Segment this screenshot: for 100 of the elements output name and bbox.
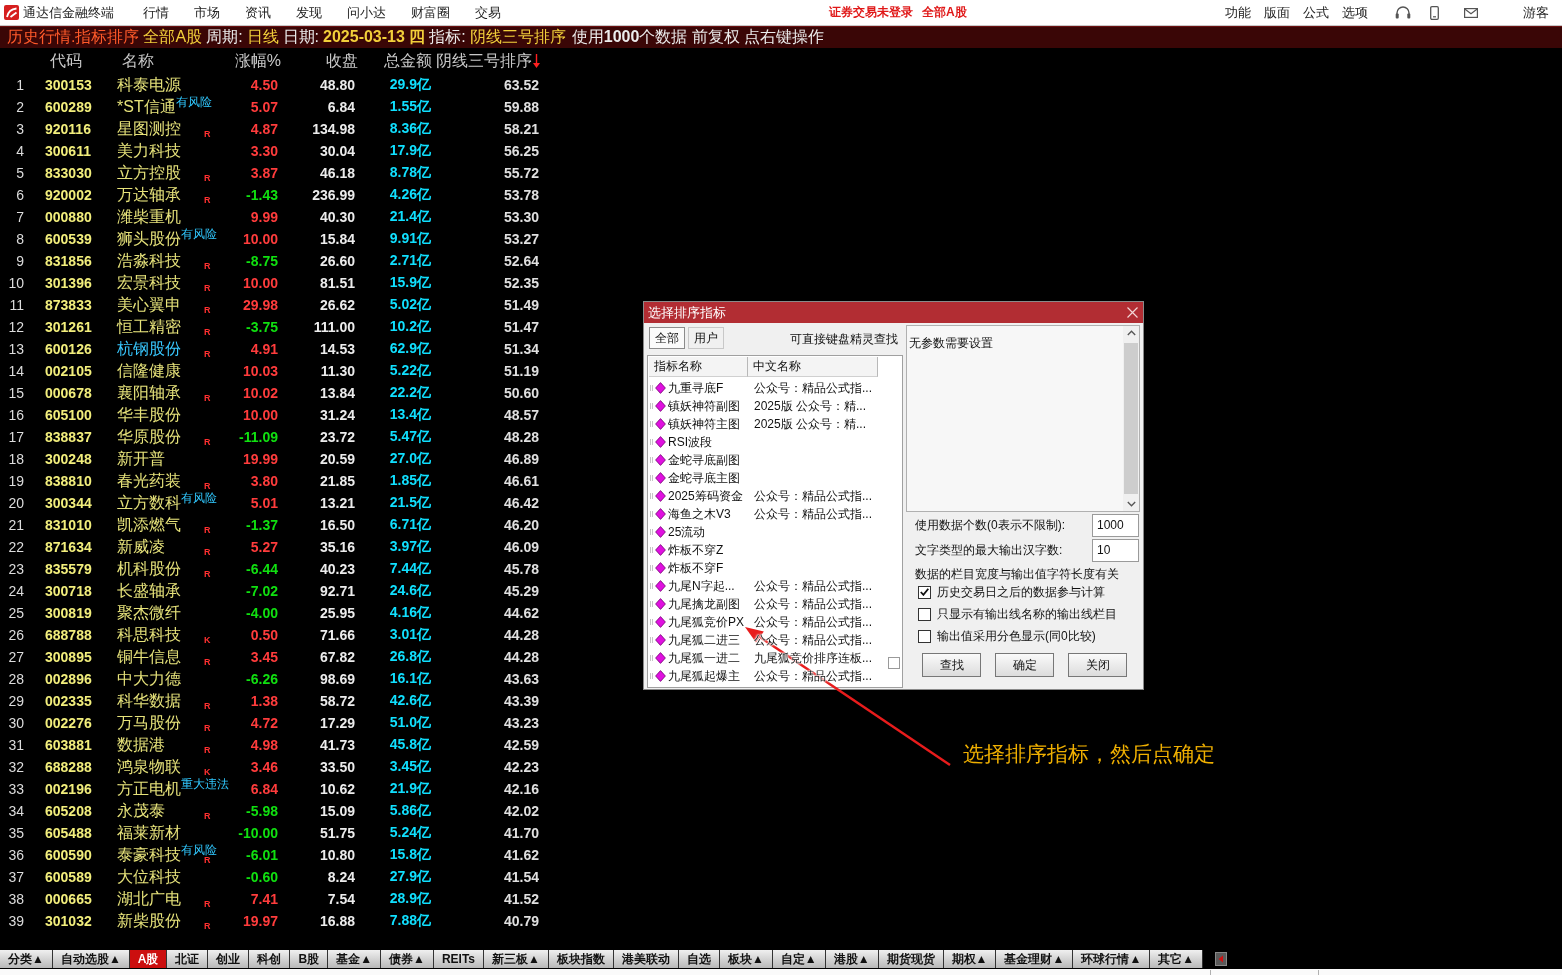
user-button[interactable]: 游客 (1523, 3, 1549, 22)
stock-code: 300344 (45, 495, 92, 511)
toolbar-item[interactable]: 选项 (1342, 3, 1368, 22)
phone-icon[interactable] (1430, 5, 1439, 20)
market-tab[interactable]: 板块指数 (548, 950, 614, 968)
market-tab[interactable]: 其它▲ (1150, 950, 1204, 968)
menu-item[interactable]: 发现 (296, 3, 322, 22)
market-tab[interactable]: 北证 (167, 950, 209, 968)
close-price: 16.88 (319, 913, 355, 929)
market-tab[interactable]: 债券▲ (381, 950, 434, 968)
input-field[interactable]: 10 (1092, 538, 1139, 562)
market-tab[interactable]: 环球行情▲ (1073, 950, 1151, 968)
column-header[interactable]: 代码 (50, 50, 82, 72)
list-item[interactable]: 九尾狐竞价PX 公众号：精品公式指... (649, 613, 886, 631)
scrollbar-thumb[interactable] (1124, 343, 1138, 494)
row-number: 6 (16, 187, 24, 203)
status-link[interactable]: 全部A股 (922, 4, 967, 21)
mail-icon[interactable] (1464, 7, 1478, 18)
market-tab[interactable]: REITs (433, 950, 485, 968)
headset-icon[interactable] (1395, 5, 1411, 20)
close-icon[interactable] (1127, 307, 1138, 318)
menu-item[interactable]: 市场 (194, 3, 220, 22)
list-item[interactable]: 炸板不穿Z (649, 541, 886, 559)
tab[interactable]: 全部 (649, 327, 685, 349)
toolbar-item[interactable]: 公式 (1303, 3, 1329, 22)
list-item[interactable]: 九尾N字起... 公众号：精品公式指... (649, 577, 886, 595)
tag-letter: R (204, 724, 211, 733)
dialog-button[interactable]: 确定 (995, 653, 1054, 677)
close-price: 13.84 (319, 385, 355, 401)
input-field[interactable]: 1000 (1092, 513, 1139, 537)
market-tab[interactable]: 自选 (678, 950, 720, 968)
list-item[interactable]: 金蛇寻底副图 (649, 451, 886, 469)
stock-name: 凯添燃气 (117, 515, 181, 535)
market-tab[interactable]: 期货现货 (878, 950, 944, 968)
list-item[interactable]: 2025筹码资金 公众号：精品公式指... (649, 487, 886, 505)
row-number: 33 (8, 781, 24, 797)
tab[interactable]: 用户 (688, 327, 724, 349)
dialog-button[interactable]: 查找 (922, 653, 981, 677)
scroll-up-icon[interactable] (1126, 330, 1136, 336)
toolbar-item[interactable]: 版面 (1264, 3, 1290, 22)
checkbox[interactable] (918, 629, 931, 643)
turnover-amount: 5.22亿 (389, 362, 431, 380)
column-header[interactable]: 总金额 (384, 50, 432, 72)
list-item[interactable]: 九尾狐二进三 公众号：精品公式指... (649, 631, 886, 649)
market-tab[interactable]: 期权▲ (943, 950, 997, 968)
stock-name: 潍柴重机 (117, 207, 181, 227)
list-item[interactable]: RSI波段 (649, 433, 886, 451)
market-tab[interactable]: 自动选股▲ (52, 950, 130, 968)
market-tab[interactable]: 新三板▲ (484, 950, 549, 968)
market-tab[interactable]: 科创 (249, 950, 291, 968)
rank-score: 51.49 (503, 297, 539, 313)
change-percent: 5.01 (250, 495, 278, 511)
menu-item[interactable]: 财富圈 (411, 3, 450, 22)
turnover-amount: 7.44亿 (389, 560, 431, 578)
dialog-button[interactable]: 关闭 (1068, 653, 1127, 677)
list-item[interactable]: 25流动 (649, 523, 886, 541)
list-item[interactable]: 九尾擒龙副图 公众号：精品公式指... (649, 595, 886, 613)
market-tab[interactable]: B股 (290, 950, 329, 968)
column-header[interactable]: 阴线三号排序 (436, 50, 540, 72)
list-item[interactable]: 炸板不穿F (649, 559, 886, 577)
market-tab[interactable]: A股 (129, 950, 168, 968)
list-item[interactable]: 金蛇寻底主图 (649, 469, 886, 487)
market-tab[interactable]: 自定▲ (772, 950, 826, 968)
vertical-scrollbar[interactable] (1123, 326, 1139, 511)
market-tab[interactable]: 板块▲ (719, 950, 773, 968)
menu-item[interactable]: 行情 (143, 3, 169, 22)
stock-name: 信隆健康 (117, 361, 181, 381)
market-tab[interactable]: 基金理财▲ (996, 950, 1074, 968)
stock-name: 万达轴承 (117, 185, 181, 205)
rank-score: 56.25 (503, 143, 539, 159)
column-header[interactable]: 指标名称 (649, 357, 748, 377)
column-header[interactable]: 名称 (122, 50, 154, 72)
column-header[interactable]: 收盘 (326, 50, 358, 72)
column-header[interactable]: 中文名称 (748, 357, 878, 377)
diamond-icon (650, 670, 666, 682)
column-header[interactable]: 涨幅% (234, 50, 281, 72)
status-link[interactable]: 证券交易未登录 (829, 4, 913, 21)
market-tab[interactable]: 基金▲ (328, 950, 381, 968)
list-item[interactable]: 镇妖神符副图 2025版 公众号：精... (649, 397, 886, 415)
scroll-down-icon[interactable] (1126, 501, 1136, 507)
toolbar-item[interactable]: 功能 (1225, 3, 1251, 22)
tag-letter: R (204, 570, 211, 579)
market-tab[interactable]: 创业 (208, 950, 250, 968)
list-item[interactable]: 海鱼之木V3 公众号：精品公式指... (649, 505, 886, 523)
stock-code: 301396 (45, 275, 92, 291)
menu-item[interactable]: 资讯 (245, 3, 271, 22)
checkbox[interactable] (918, 607, 931, 621)
checkbox[interactable] (918, 585, 931, 599)
stock-name: 科思科技 (117, 625, 181, 645)
rank-score: 53.78 (503, 187, 539, 203)
market-tab[interactable]: 港美联动 (613, 950, 679, 968)
market-tab[interactable]: 港股▲ (825, 950, 879, 968)
market-tab[interactable]: 分类▲ (0, 950, 53, 968)
list-item[interactable]: 九尾狐一进二 九尾狐竞价排序连板... (649, 649, 886, 667)
row-number: 37 (8, 869, 24, 885)
menu-item[interactable]: 问小达 (347, 3, 386, 22)
rank-score: 58.21 (503, 121, 539, 137)
list-item[interactable]: 九重寻底F 公众号：精品公式指... (649, 379, 886, 397)
list-item[interactable]: 镇妖神符主图 2025版 公众号：精... (649, 415, 886, 433)
menu-item[interactable]: 交易 (475, 3, 501, 22)
